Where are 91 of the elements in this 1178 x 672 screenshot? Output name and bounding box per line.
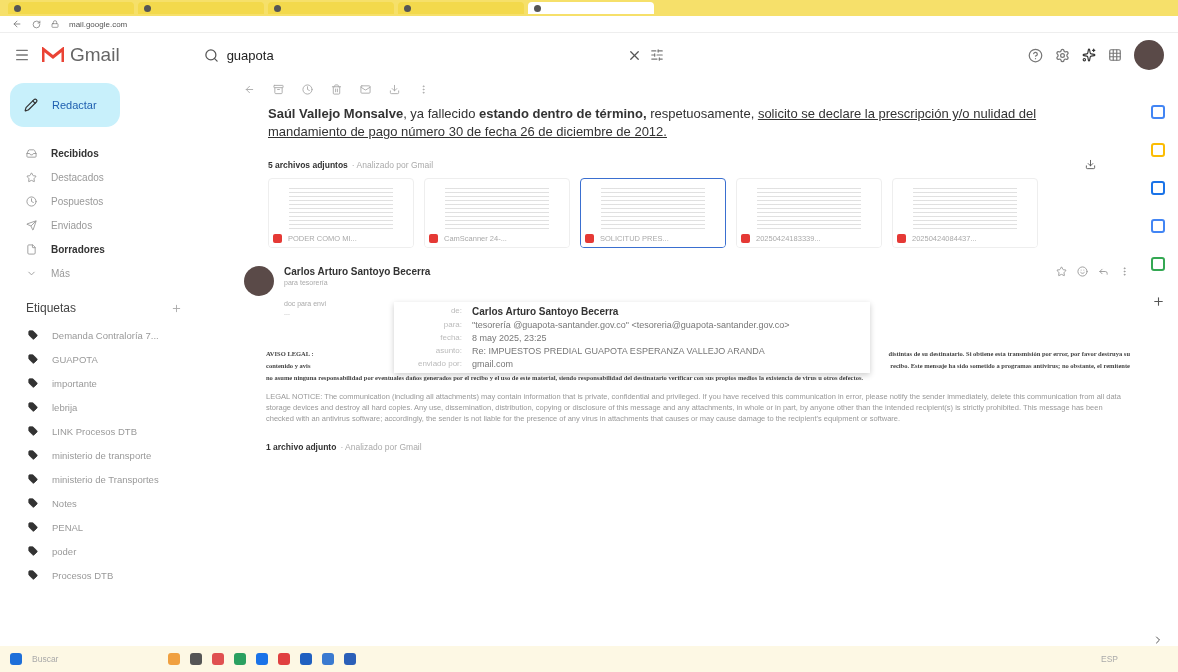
back-icon[interactable]: [244, 83, 255, 95]
detail-value: "tesorería @guapota-santander.gov.co" <tesoreria@guapota-santander.gov.co>: [472, 320, 791, 330]
taskbar-search[interactable]: Buscar: [32, 654, 59, 664]
detail-value: gmail.com: [472, 359, 514, 369]
search-field[interactable]: guapota: [191, 39, 676, 71]
sparkle-icon[interactable]: [1082, 48, 1096, 62]
smile-icon[interactable]: [1077, 266, 1088, 277]
label-item[interactable]: Notes: [10, 491, 232, 515]
browser-tab[interactable]: [138, 2, 264, 14]
nav-item[interactable]: Destacados: [10, 165, 232, 189]
language-indicator[interactable]: ESP: [1101, 654, 1118, 664]
star-icon[interactable]: [1056, 266, 1067, 277]
scan-note: · Analizado por Gmail: [340, 442, 422, 452]
tag-icon: [28, 546, 38, 556]
tag-icon: [28, 354, 38, 364]
tag-icon: [28, 450, 38, 460]
nav-item[interactable]: Recibidos: [10, 141, 232, 165]
reply-icon[interactable]: [1098, 266, 1109, 277]
archive-icon[interactable]: [273, 83, 284, 95]
mail-icon[interactable]: [360, 83, 371, 95]
tag-icon: [28, 426, 38, 436]
menu-icon[interactable]: [14, 47, 30, 63]
label-item[interactable]: GUAPOTA: [10, 347, 232, 371]
tag-icon: [28, 378, 38, 388]
sender-avatar: [244, 266, 274, 296]
nav-item[interactable]: Más: [10, 261, 232, 285]
detail-label: para:: [442, 320, 463, 330]
attachments-count: 5 archivos adjuntos: [268, 159, 348, 170]
search-icon[interactable]: [203, 47, 219, 63]
attachments-count: 1 archivo adjunto: [266, 442, 337, 452]
labels-heading: Etiquetas: [26, 301, 77, 315]
nav-item[interactable]: Pospuestos: [10, 189, 232, 213]
tag-icon: [28, 522, 38, 532]
tag-icon: [28, 498, 38, 508]
tag-icon: [28, 570, 38, 580]
avatar[interactable]: [1134, 40, 1164, 70]
nav-item[interactable]: Enviados: [10, 213, 232, 237]
label-item[interactable]: Procesos DTB: [10, 563, 232, 587]
taskbar-app-icon[interactable]: [234, 653, 247, 665]
lock-icon[interactable]: [51, 20, 59, 28]
apps-icon[interactable]: [1108, 48, 1122, 62]
gmail-logo-text: Gmail: [70, 44, 120, 66]
label-item[interactable]: ministerio de Transportes: [10, 467, 232, 491]
detail-value: 8 may 2025, 23:25: [472, 333, 548, 343]
label-item[interactable]: Demanda Contraloría 7...: [10, 323, 232, 347]
label-item[interactable]: ministerio de transporte: [10, 443, 232, 467]
label-item[interactable]: LINK Procesos DTB: [10, 419, 232, 443]
detail-value: Re: IMPUESTOS PREDIAL GUAPOTA ESPERANZA VALLEJO ARANDA: [472, 346, 766, 356]
pencil-icon: [24, 98, 38, 112]
tag-icon: [28, 474, 38, 484]
trash-icon[interactable]: [331, 83, 342, 95]
reload-icon[interactable]: [32, 19, 41, 29]
taskbar-app-icon[interactable]: [212, 653, 225, 665]
taskbar-app-icon[interactable]: [344, 653, 357, 665]
taskbar-app-icon[interactable]: [190, 653, 203, 665]
back-icon[interactable]: [12, 19, 22, 29]
label-item[interactable]: PENAL: [10, 515, 232, 539]
detail-value: Carlos Arturo Santoyo Becerra: [472, 306, 620, 317]
label-item[interactable]: lebrija: [10, 395, 232, 419]
address-field[interactable]: mail.google.com: [69, 19, 128, 29]
browser-tab[interactable]: [398, 2, 524, 14]
browser-tab[interactable]: [528, 2, 654, 14]
nav-item[interactable]: Borradores: [10, 237, 232, 261]
settings-icon[interactable]: [1055, 47, 1070, 63]
help-icon[interactable]: [1028, 47, 1043, 63]
sender-name: Carlos Arturo Santoyo Becerra: [284, 266, 431, 277]
clock-icon: [26, 195, 37, 207]
tag-icon: [28, 330, 38, 340]
clock-icon[interactable]: [302, 83, 313, 95]
browser-tab[interactable]: [8, 2, 134, 14]
file-icon: [26, 243, 37, 255]
start-icon[interactable]: [10, 653, 22, 665]
compose-button[interactable]: Redactar: [10, 83, 120, 127]
plus-icon[interactable]: [1151, 295, 1165, 308]
download-icon[interactable]: [1085, 159, 1096, 170]
label-item[interactable]: importante: [10, 371, 232, 395]
taskbar-app-icon[interactable]: [300, 653, 313, 665]
inbox-icon: [26, 147, 37, 159]
label-item[interactable]: poder: [10, 539, 232, 563]
send-icon: [26, 219, 37, 231]
message-text: Saúl Vallejo Monsalve, ya fallecido estando dentro de término, respetuosamente, solicito se declare la prescripción y/o nulidad del mandamiento de pago número 30 de fecha 26 de diciembre de 2012.: [268, 105, 1038, 141]
detail-label: fecha:: [439, 333, 463, 343]
scan-note: · Analizado por Gmail: [351, 159, 434, 170]
taskbar-app-icon[interactable]: [322, 653, 335, 665]
taskbar-app-icon[interactable]: [256, 653, 269, 665]
star-icon: [26, 171, 37, 183]
envelope-logo-icon: [42, 47, 64, 63]
tag-icon: [28, 402, 38, 412]
browser-tab[interactable]: [268, 2, 394, 14]
filter-icon[interactable]: [649, 48, 664, 62]
taskbar-app-icon[interactable]: [278, 653, 291, 665]
